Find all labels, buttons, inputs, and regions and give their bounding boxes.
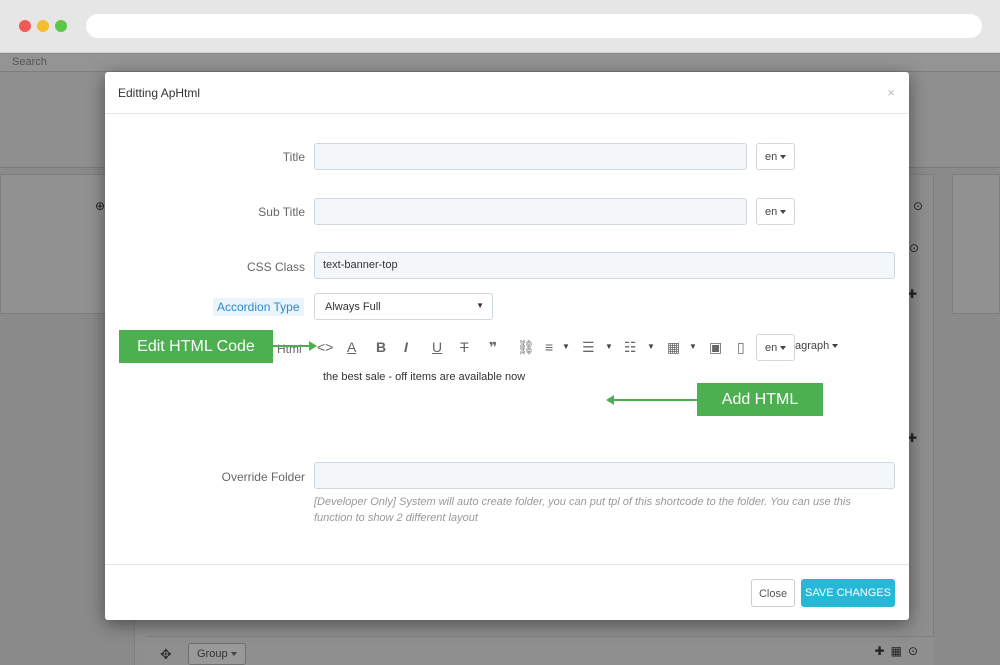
document-icon[interactable]: ▯	[737, 334, 745, 360]
accordion-type-select[interactable]: Always Full ▼	[314, 293, 493, 320]
arrow-down-circle-icon: ⊙	[913, 199, 924, 213]
close-window-dot[interactable]	[19, 20, 31, 32]
chevron-down-icon[interactable]: ▼	[647, 334, 655, 360]
close-button[interactable]: Close	[751, 579, 795, 607]
group-dropdown-label: Group	[197, 648, 228, 660]
lang-label: en	[765, 342, 778, 354]
bold-icon[interactable]: B	[376, 334, 386, 360]
modal-title: Editting ApHtml	[118, 86, 201, 100]
chevron-down-icon	[832, 344, 839, 349]
maximize-window-dot[interactable]	[55, 20, 67, 32]
html-lang-dropdown[interactable]: en	[756, 334, 795, 361]
background-right-panel	[952, 174, 1000, 314]
paragraph-label: agraph	[795, 340, 830, 352]
accordion-type-label: Accordion Type	[213, 298, 304, 316]
underline-icon[interactable]: U	[432, 334, 442, 360]
html-editor-content[interactable]: the best sale - off items are available …	[323, 371, 525, 383]
add-html-callout: Add HTML	[697, 383, 823, 416]
quote-icon[interactable]: ❞	[489, 334, 497, 360]
accordion-type-value: Always Full	[325, 301, 381, 313]
save-changes-button[interactable]: SAVE CHANGES	[801, 579, 895, 607]
row-actions: ✚▦⊙	[875, 644, 924, 658]
background-topbar: Search	[0, 54, 1000, 72]
font-color-icon[interactable]: A	[347, 334, 356, 360]
paragraph-format-dropdown[interactable]: agraph	[795, 340, 839, 352]
arrow-down-circle-icon: ⊙	[909, 241, 920, 255]
image-icon[interactable]: ▣	[709, 334, 722, 360]
modal-header: Editting ApHtml ×	[105, 72, 909, 114]
override-folder-help: [Developer Only] System will auto create…	[314, 496, 851, 524]
chevron-down-icon[interactable]: ▼	[562, 334, 570, 360]
chevron-down-icon[interactable]: ▼	[689, 334, 697, 360]
italic-icon[interactable]: I	[404, 334, 408, 360]
background-search-label: Search	[12, 56, 47, 68]
arrow-right-icon	[309, 341, 317, 351]
chevron-down-icon	[780, 346, 787, 351]
sub-title-label: Sub Title	[258, 205, 305, 219]
browser-chrome	[0, 0, 1000, 53]
lang-label: en	[765, 206, 778, 218]
bullet-list-icon[interactable]: ☰	[582, 334, 595, 360]
sub-title-input[interactable]	[314, 198, 747, 225]
chevron-down-icon	[780, 210, 787, 215]
title-label: Title	[282, 150, 305, 164]
css-class-label: CSS Class	[246, 260, 305, 274]
css-class-input[interactable]: text-banner-top	[314, 252, 895, 279]
title-input[interactable]	[314, 143, 747, 170]
chevron-down-icon	[230, 652, 237, 657]
override-folder-input[interactable]	[314, 462, 895, 489]
title-lang-dropdown[interactable]: en	[756, 143, 795, 170]
group-dropdown[interactable]: Group	[188, 643, 246, 665]
minimize-window-dot[interactable]	[37, 20, 49, 32]
sub-title-lang-dropdown[interactable]: en	[756, 198, 795, 225]
override-folder-label: Override Folder	[221, 470, 305, 484]
background-left-panel: ⊕	[0, 174, 116, 314]
edit-html-arrow-line	[273, 345, 309, 347]
modal-footer: Close SAVE CHANGES	[105, 564, 909, 620]
arrow-left-icon	[606, 395, 614, 405]
plus-icon[interactable]: ✚	[875, 644, 891, 658]
background-group-row: ✥ Group ✚▦⊙	[146, 636, 934, 665]
code-icon[interactable]: <>	[317, 334, 333, 360]
chevron-down-icon	[780, 155, 787, 160]
add-html-arrow-line	[614, 399, 697, 401]
move-icon[interactable]: ✥	[160, 646, 172, 663]
lang-label: en	[765, 151, 778, 163]
edit-html-callout: Edit HTML Code	[119, 330, 273, 363]
table-icon[interactable]: ▦	[667, 334, 680, 360]
plus-circle-icon: ⊕	[95, 199, 106, 213]
link-icon[interactable]: ⛓	[517, 334, 535, 360]
close-icon[interactable]: ×	[887, 85, 895, 100]
numbered-list-icon[interactable]: ☷	[624, 334, 637, 360]
chevron-down-icon: ▼	[476, 301, 484, 310]
arrow-down-circle-icon[interactable]: ⊙	[908, 644, 924, 658]
align-icon[interactable]: ≡	[545, 334, 553, 360]
chevron-down-icon[interactable]: ▼	[605, 334, 613, 360]
strikethrough-icon[interactable]: T	[460, 334, 469, 360]
grid-icon[interactable]: ▦	[891, 644, 908, 658]
address-bar[interactable]	[86, 14, 982, 38]
